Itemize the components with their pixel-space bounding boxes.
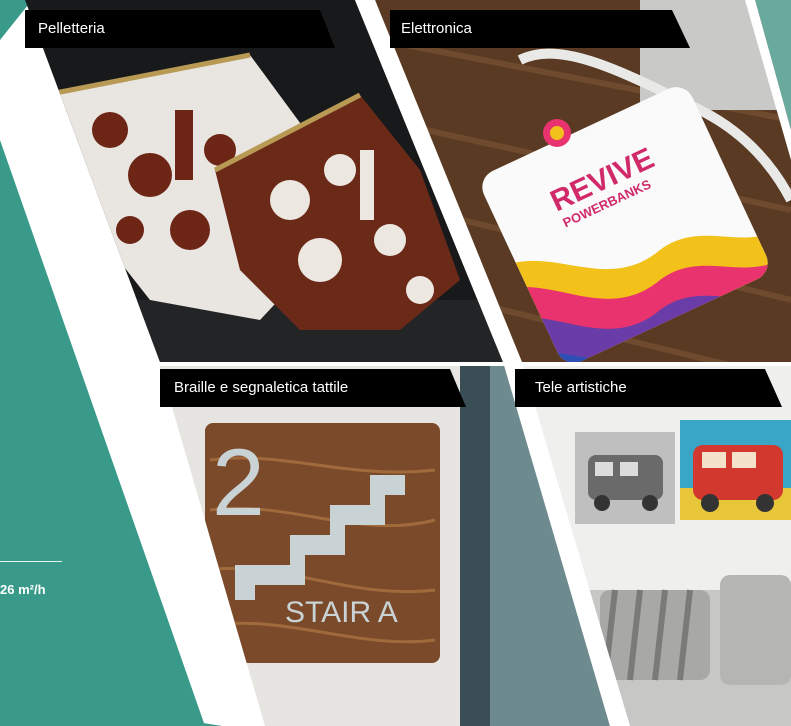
sidebar-stat: 26 m²/h: [0, 582, 46, 597]
label-pelletteria[interactable]: Pelletteria: [38, 10, 105, 48]
label-braille[interactable]: Braille e segnaletica tattile: [174, 369, 348, 407]
label-elettronica[interactable]: Elettronica: [401, 10, 472, 48]
label-tele-artistiche[interactable]: Tele artistiche: [535, 369, 627, 407]
label-tabs: [25, 10, 782, 407]
sidebar-divider: [0, 561, 62, 562]
